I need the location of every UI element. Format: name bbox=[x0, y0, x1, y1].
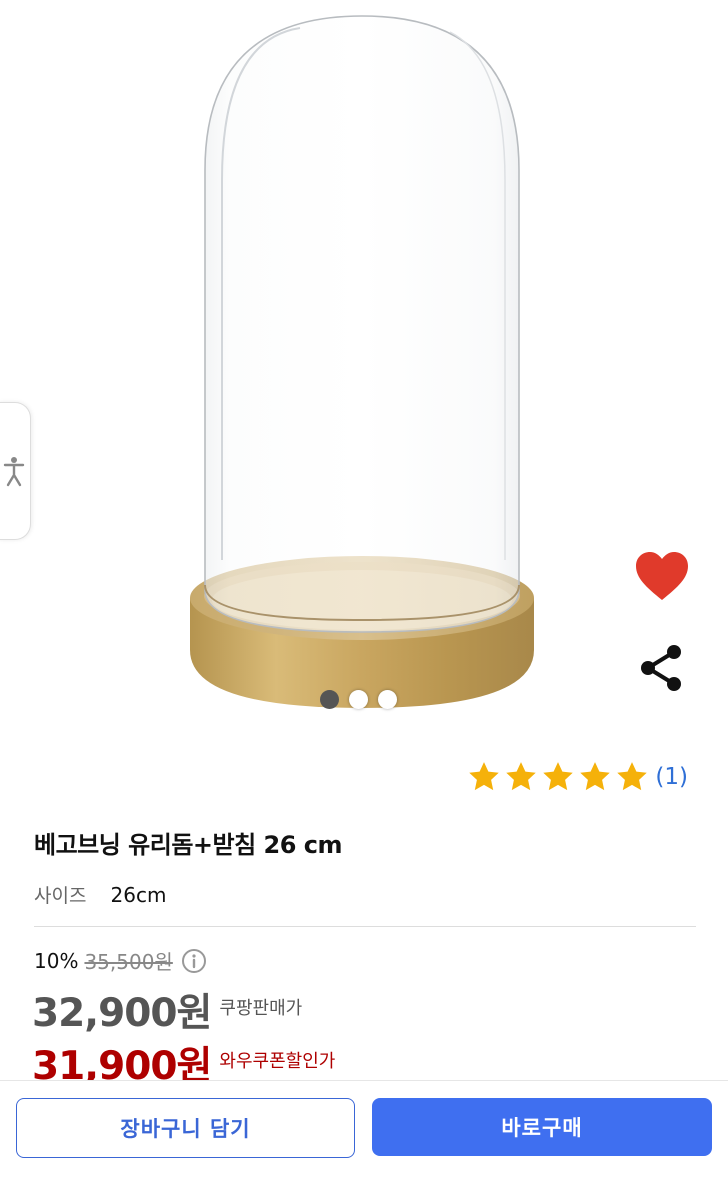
share-icon[interactable] bbox=[634, 640, 688, 696]
review-count[interactable]: (1) bbox=[655, 764, 688, 790]
heart-icon[interactable] bbox=[634, 550, 690, 602]
product-title: 베고브닝 유리돔+받침 26 cm bbox=[34, 831, 343, 859]
pagination-dot[interactable] bbox=[320, 689, 339, 709]
pagination-dot[interactable] bbox=[349, 689, 368, 709]
option-value: 26cm bbox=[110, 883, 167, 907]
option-label: 사이즈 bbox=[34, 885, 87, 907]
bottom-action-bar: 장바구니 담기 바로구매 bbox=[0, 1080, 728, 1201]
star-icon bbox=[617, 762, 648, 791]
discount-row: 10% 35,500원 bbox=[34, 946, 207, 975]
original-price: 35,500원 bbox=[84, 950, 173, 974]
option-row: 사이즈 26cm bbox=[34, 881, 166, 908]
image-pagination bbox=[320, 688, 397, 710]
discount-percent: 10% bbox=[34, 948, 79, 973]
star-icon bbox=[469, 762, 500, 791]
coupon-price-label: 와우쿠폰할인가 bbox=[219, 1051, 336, 1072]
accessibility-tab[interactable] bbox=[0, 402, 31, 540]
star-icon bbox=[580, 762, 611, 791]
star-icon bbox=[506, 762, 537, 791]
accessibility-icon bbox=[3, 457, 25, 487]
sale-price-row: 32,900원 쿠팡판매가 bbox=[32, 982, 302, 1038]
sale-price: 32,900원 bbox=[32, 991, 212, 1036]
star-icon bbox=[543, 762, 574, 791]
pagination-dot[interactable] bbox=[378, 689, 397, 709]
add-to-cart-button[interactable]: 장바구니 담기 bbox=[16, 1098, 355, 1158]
product-image-gallery[interactable] bbox=[0, 0, 728, 730]
info-icon[interactable] bbox=[181, 948, 207, 974]
buy-now-button[interactable]: 바로구매 bbox=[372, 1098, 712, 1156]
rating[interactable]: (1) bbox=[464, 760, 688, 794]
product-image bbox=[190, 15, 534, 708]
divider bbox=[34, 926, 696, 927]
sale-price-label: 쿠팡판매가 bbox=[219, 998, 303, 1019]
